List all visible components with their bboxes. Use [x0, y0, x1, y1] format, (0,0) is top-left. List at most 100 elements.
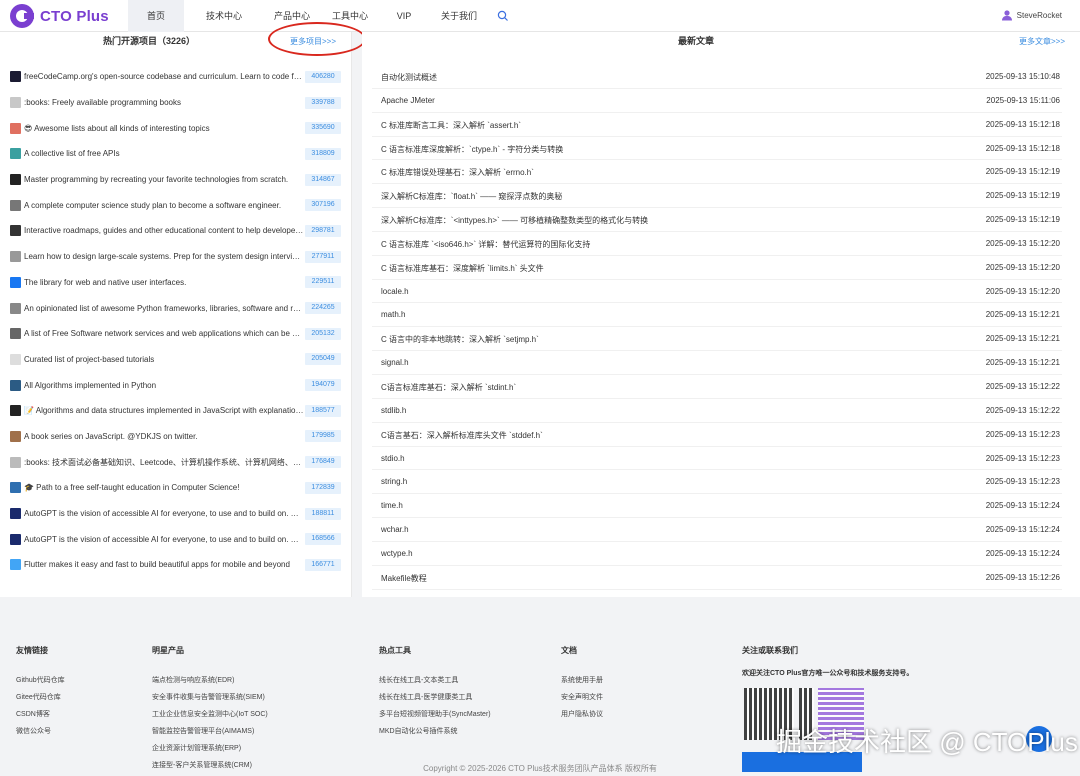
nav-tech-center[interactable]: 技术中心 [190, 0, 258, 32]
nav-home[interactable]: 首页 [128, 0, 184, 32]
nav-about[interactable]: 关于我们 [434, 0, 484, 32]
article-title[interactable]: signal.h [381, 358, 409, 367]
project-description[interactable]: An opinionated list of awesome Python fr… [24, 304, 304, 313]
project-row[interactable]: Master programming by recreating your fa… [0, 167, 352, 193]
footer-tool-item[interactable]: MKD自动化公号插件系统 [379, 723, 491, 740]
article-title[interactable]: 深入解析C标准库：`<inttypes.h>` —— 可移植精确整数类型的格式化… [381, 215, 648, 226]
article-row[interactable]: C 语言标准库基石：深度解析 `limits.h` 头文件 2025-09-13 … [372, 256, 1062, 280]
project-row[interactable]: AutoGPT is the vision of accessible AI f… [0, 501, 352, 527]
article-title[interactable]: C 标准库断言工具：深入解析 `assert.h` [381, 120, 521, 131]
project-row[interactable]: Flutter makes it easy and fast to build … [0, 552, 352, 578]
project-description[interactable]: 📝 Algorithms and data structures impleme… [24, 406, 304, 415]
article-row[interactable]: C 标准库断言工具：深入解析 `assert.h` 2025-09-13 15:1… [372, 113, 1062, 137]
project-description[interactable]: The library for web and native user inte… [24, 278, 304, 287]
project-description[interactable]: 😎 Awesome lists about all kinds of inter… [24, 124, 304, 133]
article-row[interactable]: 深入解析C标准库：`float.h` —— 窥探浮点数的奥秘 2025-09-13… [372, 184, 1062, 209]
article-row[interactable]: 自动化测试概述 2025-09-13 15:10:48 [372, 65, 1062, 89]
project-row[interactable]: The library for web and native user inte… [0, 270, 352, 296]
article-row[interactable]: 深入解析C标准库：`<inttypes.h>` —— 可移植精确整数类型的格式化… [372, 208, 1062, 232]
project-description[interactable]: 🎓 Path to a free self-taught education i… [24, 483, 304, 492]
project-row[interactable]: A list of Free Software network services… [0, 321, 352, 347]
article-title[interactable]: string.h [381, 477, 407, 486]
article-row[interactable]: locale.h 2025-09-13 15:12:20 [372, 280, 1062, 304]
project-row[interactable]: 😎 Awesome lists about all kinds of inter… [0, 115, 352, 141]
project-description[interactable]: AutoGPT is the vision of accessible AI f… [24, 509, 304, 518]
article-row[interactable]: wchar.h 2025-09-13 15:12:24 [372, 518, 1062, 542]
article-row[interactable]: math.h 2025-09-13 15:12:21 [372, 303, 1062, 328]
project-description[interactable]: Master programming by recreating your fa… [24, 175, 304, 184]
project-row[interactable]: Curated list of project-based tutorials 2… [0, 347, 352, 373]
nav-vip[interactable]: VIP [384, 0, 424, 32]
article-row[interactable]: time.h 2025-09-13 15:12:24 [372, 494, 1062, 519]
footer-doc-item[interactable]: 系统使用手册 [561, 672, 603, 689]
footer-tool-item[interactable]: 多平台短视频管理助手(SyncMaster) [379, 706, 491, 723]
article-row[interactable]: C语言基石：深入解析标准库头文件 `stddef.h` 2025-09-13 15… [372, 423, 1062, 447]
article-title[interactable]: locale.h [381, 287, 409, 296]
article-title[interactable]: Makefile教程 [381, 573, 427, 584]
project-row[interactable]: Interactive roadmaps, guides and other e… [0, 218, 352, 244]
article-title[interactable]: wchar.h [381, 525, 409, 534]
article-title[interactable]: C 标准库错误处理基石：深入解析 `errno.h` [381, 167, 534, 178]
article-row[interactable]: C 标准库错误处理基石：深入解析 `errno.h` 2025-09-13 15:… [372, 160, 1062, 185]
article-title[interactable]: 自动化测试概述 [381, 72, 437, 83]
article-row[interactable]: wctype.h 2025-09-13 15:12:24 [372, 542, 1062, 566]
article-title[interactable]: C 语言标准库 `<iso646.h>` 详解：替代运算符的国际化支持 [381, 239, 590, 250]
footer-product-item[interactable]: 安全事件收集与告警管理系统(SIEM) [152, 689, 268, 706]
logo[interactable]: CTO Plus [10, 4, 109, 28]
project-description[interactable]: :books: 技术面试必备基础知识、Leetcode、计算机操作系统、计算机网… [24, 457, 304, 468]
article-title[interactable]: time.h [381, 501, 403, 510]
article-row[interactable]: signal.h 2025-09-13 15:12:21 [372, 351, 1062, 375]
article-title[interactable]: C语言基石：深入解析标准库头文件 `stddef.h` [381, 430, 543, 441]
user-menu[interactable]: SteveRocket [1001, 9, 1062, 21]
footer-product-item[interactable]: 工业企业信息安全监测中心(IoT SOC) [152, 706, 268, 723]
project-description[interactable]: A collective list of free APIs [24, 149, 304, 158]
footer-doc-item[interactable]: 安全声明文件 [561, 689, 603, 706]
footer-tool-item[interactable]: 线长在线工具-医学健康类工具 [379, 689, 491, 706]
footer-link-gitee[interactable]: Gitee代码仓库 [16, 689, 65, 706]
project-row[interactable]: AutoGPT is the vision of accessible AI f… [0, 526, 352, 552]
project-row[interactable]: A book series on JavaScript. @YDKJS on t… [0, 424, 352, 450]
article-row[interactable]: C 语言标准库 `<iso646.h>` 详解：替代运算符的国际化支持 2025-… [372, 232, 1062, 256]
footer-product-item[interactable]: 端点检测与响应系统(EDR) [152, 672, 268, 689]
project-description[interactable]: AutoGPT is the vision of accessible AI f… [24, 535, 304, 544]
project-description[interactable]: :books: Freely available programming boo… [24, 98, 304, 107]
article-row[interactable]: Apache JMeter 2025-09-13 15:11:06 [372, 89, 1062, 113]
project-row[interactable]: A collective list of free APIs 318809 [0, 141, 352, 167]
project-row[interactable]: All Algorithms implemented in Python 1940… [0, 372, 352, 398]
more-articles-link[interactable]: 更多文章>>> [1019, 36, 1065, 47]
search-icon[interactable] [497, 10, 509, 22]
project-row[interactable]: freeCodeCamp.org's open-source codebase … [0, 64, 352, 90]
article-title[interactable]: Apache JMeter [381, 96, 435, 105]
article-title[interactable]: stdio.h [381, 454, 405, 463]
article-title[interactable]: C 语言标准库深度解析：`ctype.h` - 字符分类与转换 [381, 144, 563, 155]
article-row[interactable]: stdlib.h 2025-09-13 15:12:22 [372, 399, 1062, 423]
article-title[interactable]: 深入解析C标准库：`float.h` —— 窥探浮点数的奥秘 [381, 191, 562, 202]
project-row[interactable]: Learn how to design large-scale systems.… [0, 244, 352, 270]
article-title[interactable]: C 语言中的非本地跳转：深入解析 `setjmp.h` [381, 334, 539, 345]
project-description[interactable]: Learn how to design large-scale systems.… [24, 252, 304, 261]
project-description[interactable]: freeCodeCamp.org's open-source codebase … [24, 72, 304, 81]
footer-product-item[interactable]: 智能监控告警管理平台(AIMAMS) [152, 723, 268, 740]
project-description[interactable]: All Algorithms implemented in Python [24, 381, 304, 390]
article-row[interactable]: C语言标准库基石：深入解析 `stdint.h` 2025-09-13 15:12… [372, 375, 1062, 399]
footer-link-wechat[interactable]: 微信公众号 [16, 723, 65, 740]
project-description[interactable]: Flutter makes it easy and fast to build … [24, 560, 304, 569]
project-row[interactable]: 📝 Algorithms and data structures impleme… [0, 398, 352, 424]
article-title[interactable]: stdlib.h [381, 406, 406, 415]
project-description[interactable]: Curated list of project-based tutorials [24, 355, 304, 364]
footer-product-item[interactable]: 企业资源计划管理系统(ERP) [152, 740, 268, 757]
article-row[interactable]: C 语言中的非本地跳转：深入解析 `setjmp.h` 2025-09-13 15… [372, 327, 1062, 352]
footer-link-github[interactable]: Github代码仓库 [16, 672, 65, 689]
article-title[interactable]: C 语言标准库基石：深度解析 `limits.h` 头文件 [381, 263, 544, 274]
project-row[interactable]: :books: Freely available programming boo… [0, 90, 352, 116]
article-row[interactable]: stdio.h 2025-09-13 15:12:23 [372, 447, 1062, 471]
article-title[interactable]: C语言标准库基石：深入解析 `stdint.h` [381, 382, 516, 393]
footer-doc-item[interactable]: 用户隐私协议 [561, 706, 603, 723]
project-description[interactable]: A book series on JavaScript. @YDKJS on t… [24, 432, 304, 441]
article-row[interactable]: Makefile教程 2025-09-13 15:12:26 [372, 566, 1062, 590]
article-row[interactable]: C 语言标准库深度解析：`ctype.h` - 字符分类与转换 2025-09-1… [372, 137, 1062, 161]
article-title[interactable]: wctype.h [381, 549, 413, 558]
footer-tool-item[interactable]: 线长在线工具-文本类工具 [379, 672, 491, 689]
project-row[interactable]: :books: 技术面试必备基础知识、Leetcode、计算机操作系统、计算机网… [0, 449, 352, 475]
article-title[interactable]: math.h [381, 310, 405, 319]
